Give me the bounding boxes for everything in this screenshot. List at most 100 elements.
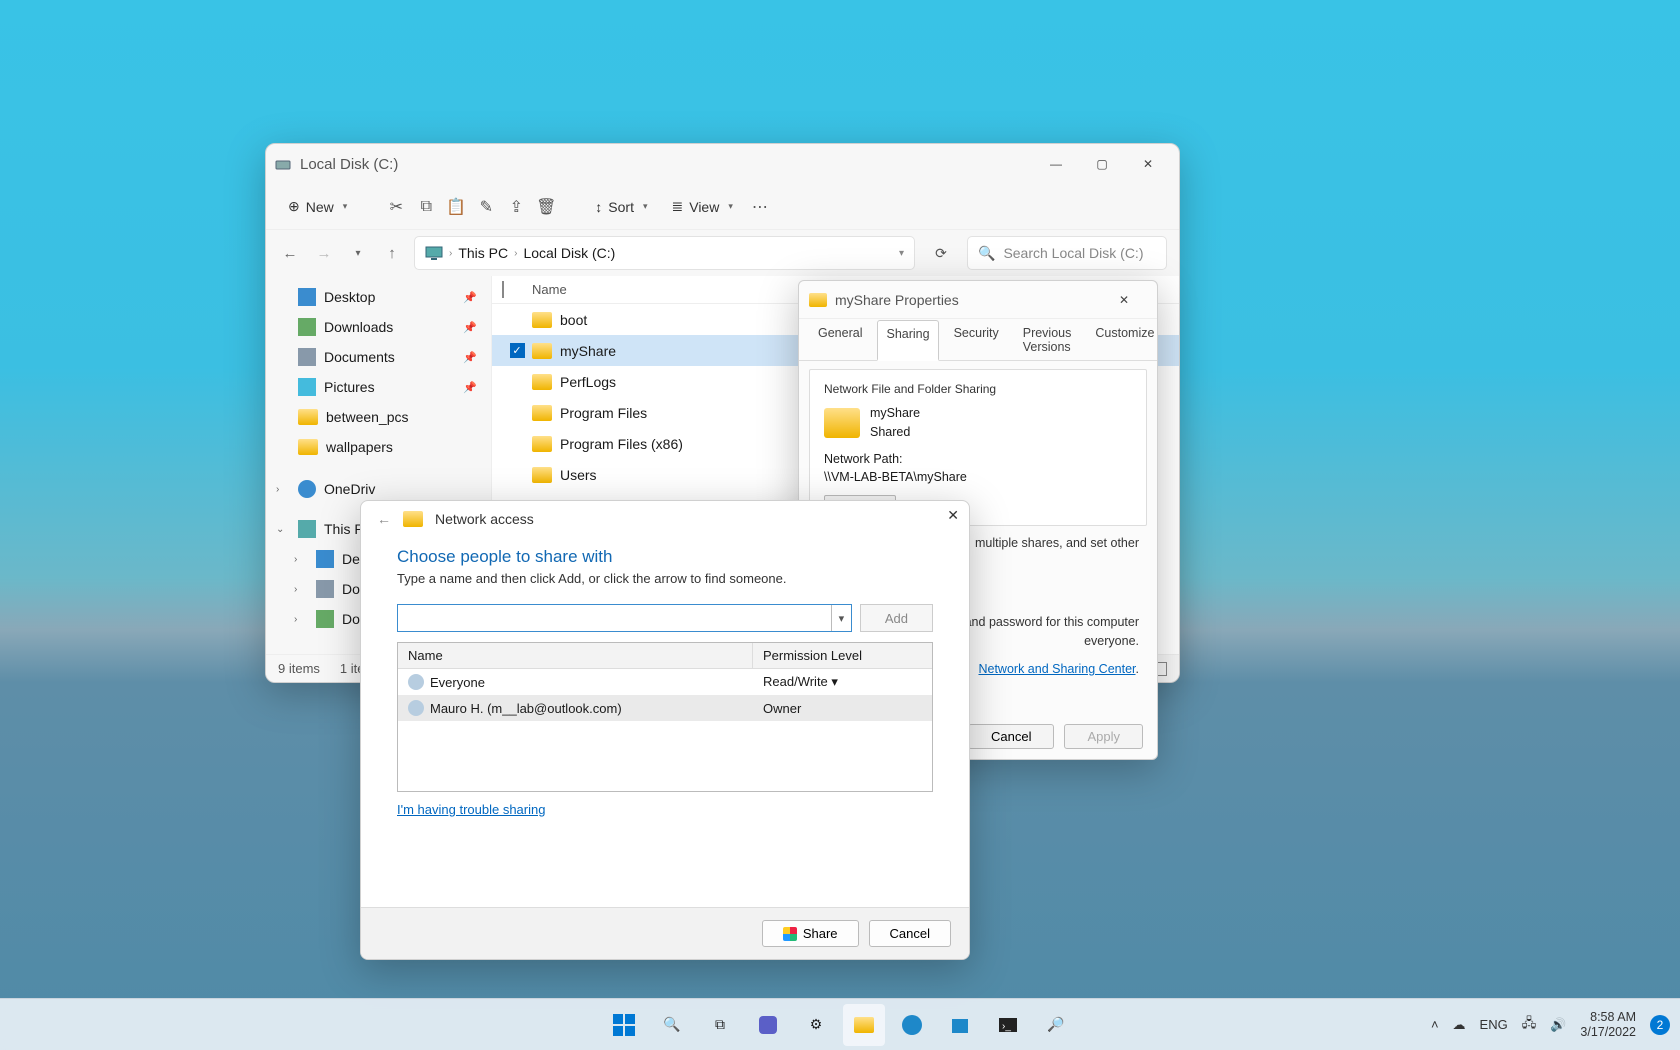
people-combo[interactable]: ▾: [397, 604, 852, 632]
file-name: myShare: [560, 343, 616, 359]
tab-sharing[interactable]: Sharing: [877, 320, 938, 361]
sort-icon: ↕: [595, 199, 602, 215]
close-button[interactable]: ✕: [947, 507, 959, 524]
tab-general[interactable]: General: [809, 319, 871, 360]
rename-icon[interactable]: ✎: [475, 196, 497, 218]
column-permission[interactable]: Permission Level: [753, 643, 932, 668]
tab-security[interactable]: Security: [945, 319, 1008, 360]
chevron-down-icon[interactable]: ⌄: [276, 524, 284, 535]
clock[interactable]: 8:58 AM 3/17/2022: [1580, 1010, 1636, 1039]
network-tray-icon[interactable]: 🖧: [1522, 1014, 1537, 1036]
refresh-button[interactable]: ⟳: [925, 245, 957, 262]
wizard-header: Network access: [435, 511, 534, 527]
downloads-icon: [316, 610, 334, 628]
share-name: myShare: [870, 404, 920, 423]
chevron-right-icon[interactable]: ›: [294, 584, 297, 595]
tab-customize[interactable]: Customize: [1086, 319, 1158, 360]
more-icon[interactable]: ⋯: [749, 196, 771, 218]
onedrive-tray-icon[interactable]: ☁: [1453, 1017, 1466, 1033]
explorer-nav: ← → ▾ ↑ › This PC › Local Disk (C:) ▾ ⟳ …: [266, 230, 1179, 276]
task-view-button[interactable]: ⧉: [699, 1004, 741, 1046]
share-row[interactable]: Everyone Read/Write ▾: [398, 669, 932, 695]
history-chevron-icon[interactable]: ▾: [346, 248, 370, 259]
wizard-heading: Choose people to share with: [397, 547, 933, 567]
maximize-button[interactable]: ▢: [1079, 146, 1125, 182]
terminal-icon[interactable]: ›_: [987, 1004, 1029, 1046]
permission-level[interactable]: Owner: [753, 698, 932, 718]
cancel-button[interactable]: Cancel: [869, 920, 951, 947]
chevron-right-icon[interactable]: ›: [294, 554, 297, 565]
clock-time: 8:58 AM: [1580, 1010, 1636, 1024]
cancel-button[interactable]: Cancel: [968, 724, 1054, 749]
volume-tray-icon[interactable]: 🔊: [1550, 1017, 1566, 1033]
chevron-right-icon[interactable]: ›: [276, 484, 279, 495]
new-button[interactable]: ⊕ New ▾: [280, 194, 355, 219]
cut-icon[interactable]: ✂: [385, 196, 407, 218]
documents-icon: [316, 580, 334, 598]
row-checkbox[interactable]: ✓: [510, 343, 525, 358]
share-icon[interactable]: ⇪: [505, 196, 527, 218]
properties-titlebar[interactable]: myShare Properties ✕: [799, 281, 1157, 319]
up-button[interactable]: ↑: [380, 245, 404, 262]
sidebar-item-between-pcs[interactable]: between_pcs: [270, 402, 487, 432]
store-icon[interactable]: [939, 1004, 981, 1046]
close-button[interactable]: ✕: [1101, 282, 1147, 318]
sidebar-item-wallpapers[interactable]: wallpapers: [270, 432, 487, 462]
breadcrumb-thispc[interactable]: This PC: [458, 245, 508, 261]
desktop-icon: [316, 550, 334, 568]
forward-button[interactable]: →: [312, 245, 336, 262]
network-sharing-center-link[interactable]: Network and Sharing Center: [978, 662, 1135, 676]
add-button[interactable]: Add: [860, 604, 933, 632]
teams-icon[interactable]: [747, 1004, 789, 1046]
tab-previous-versions[interactable]: Previous Versions: [1014, 319, 1081, 360]
tray-chevron-icon[interactable]: ˄: [1431, 1017, 1439, 1032]
delete-icon[interactable]: 🗑: [535, 196, 557, 218]
start-button[interactable]: [603, 1004, 645, 1046]
apply-button[interactable]: Apply: [1064, 724, 1143, 749]
chevron-right-icon[interactable]: ›: [294, 614, 297, 625]
chevron-down-icon[interactable]: ▾: [899, 248, 904, 259]
sidebar-item-desktop[interactable]: Desktop📌: [270, 282, 487, 312]
sidebar-label: between_pcs: [326, 409, 409, 425]
sidebar-item-documents[interactable]: Documents📌: [270, 342, 487, 372]
address-bar[interactable]: › This PC › Local Disk (C:) ▾: [414, 236, 915, 270]
settings-icon[interactable]: ⚙: [795, 1004, 837, 1046]
close-button[interactable]: ✕: [1125, 146, 1171, 182]
plus-icon: ⊕: [288, 198, 300, 215]
folder-icon: [403, 511, 423, 527]
file-explorer-taskbar-icon[interactable]: [843, 1004, 885, 1046]
minimize-button[interactable]: ―: [1033, 146, 1079, 182]
column-name[interactable]: Name: [398, 643, 753, 668]
app-icon[interactable]: 🔎: [1035, 1004, 1077, 1046]
search-button[interactable]: 🔍: [651, 1004, 693, 1046]
svg-text:›_: ›_: [1002, 1021, 1011, 1032]
trouble-sharing-link[interactable]: I'm having trouble sharing: [397, 802, 545, 817]
breadcrumb-drive[interactable]: Local Disk (C:): [523, 245, 615, 261]
edge-icon[interactable]: [891, 1004, 933, 1046]
chevron-down-icon: ▾: [343, 201, 348, 212]
sidebar-item-downloads[interactable]: Downloads📌: [270, 312, 487, 342]
pc-icon: [425, 246, 443, 260]
notification-badge[interactable]: 2: [1650, 1015, 1670, 1035]
network-access-dialog: ✕ ← Network access Choose people to shar…: [360, 500, 970, 960]
share-row[interactable]: Mauro H. (m__lab@outlook.com) Owner: [398, 695, 932, 721]
back-button[interactable]: ←: [377, 511, 391, 527]
language-indicator[interactable]: ENG: [1480, 1017, 1508, 1032]
copy-icon[interactable]: ⧉: [415, 196, 437, 218]
back-button[interactable]: ←: [278, 245, 302, 262]
explorer-titlebar[interactable]: Local Disk (C:) ― ▢ ✕: [266, 144, 1179, 184]
share-button[interactable]: Share: [762, 920, 859, 947]
permission-level[interactable]: Read/Write ▾: [753, 672, 932, 692]
chevron-down-icon[interactable]: ▾: [831, 605, 851, 631]
sort-button[interactable]: ↕ Sort ▾: [587, 195, 655, 219]
explorer-toolbar: ⊕ New ▾ ✂ ⧉ 📋 ✎ ⇪ 🗑 ↕ Sort ▾ ≣ View ▾ ⋯: [266, 184, 1179, 230]
pin-icon: 📌: [463, 321, 477, 334]
paste-icon[interactable]: 📋: [445, 196, 467, 218]
sidebar-item-pictures[interactable]: Pictures📌: [270, 372, 487, 402]
select-all-checkbox[interactable]: [502, 281, 504, 298]
pictures-icon: [298, 378, 316, 396]
folder-icon: [532, 467, 552, 483]
view-label: View: [689, 199, 719, 215]
search-input[interactable]: 🔍 Search Local Disk (C:): [967, 236, 1167, 270]
view-button[interactable]: ≣ View ▾: [664, 194, 741, 219]
